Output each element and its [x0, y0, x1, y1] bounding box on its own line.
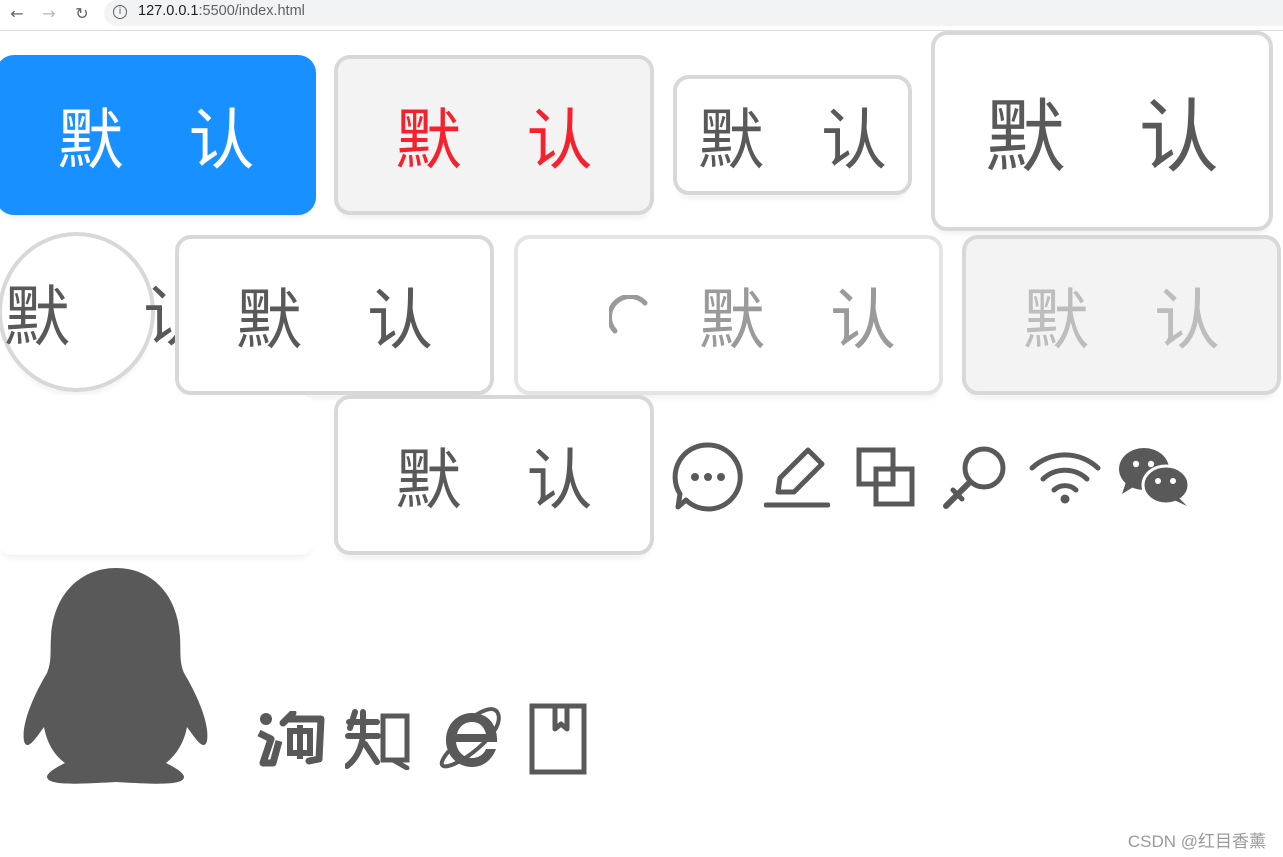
forward-button[interactable]: →: [38, 3, 60, 25]
default-button[interactable]: 默 认: [175, 235, 494, 395]
large-button-label: 默 认: [985, 91, 1243, 184]
wifi-icon[interactable]: [1028, 448, 1102, 506]
message-icon[interactable]: [672, 441, 744, 513]
url-path: :5500/index.html: [198, 3, 305, 19]
large-button[interactable]: 默 认: [931, 31, 1273, 231]
small-button[interactable]: 默 认: [673, 75, 912, 195]
circle-button[interactable]: 默 认: [0, 232, 209, 392]
edit-icon[interactable]: [764, 444, 830, 510]
loading-spinner-icon: [609, 295, 648, 334]
loading-button[interactable]: 默 认: [514, 235, 943, 395]
default-button-label: 默 认: [236, 282, 455, 359]
search-key-icon[interactable]: [940, 444, 1010, 510]
ie-icon[interactable]: [436, 704, 502, 770]
disabled-button-label: 默 认: [1023, 282, 1242, 359]
small-button-label: 默 认: [698, 102, 905, 179]
primary-button-label: 默 认: [57, 102, 277, 179]
danger-button-label: 默 认: [395, 102, 615, 179]
row3-button[interactable]: 默 认: [334, 395, 654, 555]
address-bar[interactable]: i 127.0.0.1:5500/index.html: [104, 0, 1283, 26]
blank-card: [0, 395, 316, 555]
site-info-icon[interactable]: i: [113, 5, 127, 19]
zhihu-icon[interactable]: [345, 708, 413, 770]
url-text[interactable]: 127.0.0.1:5500/index.html: [138, 3, 305, 19]
watermark: CSDN @红目香薰: [1127, 832, 1266, 851]
wechat-icon[interactable]: [1117, 446, 1191, 508]
primary-button[interactable]: 默 认: [0, 55, 316, 215]
qq-icon[interactable]: [20, 565, 210, 787]
url-host: 127.0.0.1: [138, 3, 199, 19]
bookmark-icon[interactable]: [528, 703, 588, 775]
disabled-button: 默 认: [962, 235, 1281, 395]
browser-toolbar: ← → ↻ i 127.0.0.1:5500/index.html: [0, 0, 1283, 31]
back-button[interactable]: ←: [6, 3, 28, 25]
row3-button-label: 默 认: [395, 442, 615, 519]
loading-button-label: 默 认: [699, 282, 918, 359]
reload-button[interactable]: ↻: [71, 3, 93, 25]
taobao-icon[interactable]: [257, 711, 325, 767]
danger-button[interactable]: 默 认: [334, 55, 654, 215]
copy-icon[interactable]: [856, 447, 916, 507]
